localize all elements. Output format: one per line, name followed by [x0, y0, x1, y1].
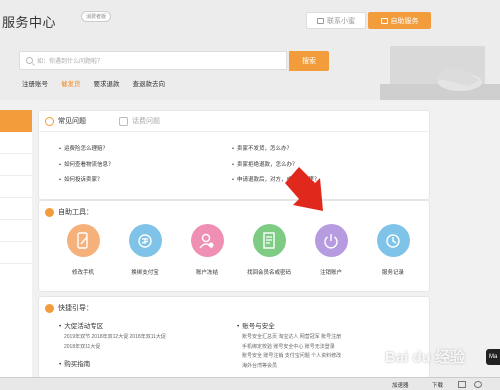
tool-label: 账户冻结: [195, 270, 218, 276]
tool-close-account[interactable]: 注销账户: [307, 224, 355, 276]
faq-link[interactable]: 卖家不发货，怎么办？: [232, 142, 319, 158]
phone-icon: [119, 116, 128, 126]
contact-label: 联系小蜜: [327, 17, 355, 25]
search-icon: [26, 57, 33, 64]
tool-account-freeze[interactable]: 账户冻结: [183, 224, 231, 276]
search-placeholder: 如：你遇到什么问题啦？: [37, 59, 104, 65]
power-icon: [314, 224, 348, 257]
page-title: 服务中心: [2, 15, 57, 30]
tool-service-history[interactable]: 服务记录: [369, 224, 417, 276]
contact-button[interactable]: 联系小蜜: [306, 12, 366, 29]
faq-link[interactable]: 运费险怎么理赔？: [59, 142, 113, 158]
window-icon[interactable]: [458, 381, 466, 388]
self-service-tools-card: 自助工具： 修改手机 换绑支付宝 账户冻结 找回会员名或密码 注销账户 服务记录: [38, 200, 430, 292]
guide-title-label: 快捷引导：: [58, 305, 93, 312]
sidebar-item[interactable]: [0, 176, 32, 198]
sidebar-item[interactable]: [0, 198, 32, 220]
header: 服务中心 消费者版 联系小蜜 自助服务 如：你遇到什么问题啦？ 搜索 注册账号 …: [0, 0, 500, 100]
tool-change-phone[interactable]: 修改手机: [59, 224, 107, 276]
quick-link-urge-shipping[interactable]: 催发货: [61, 78, 81, 88]
toolbox-icon: [45, 207, 54, 217]
sidebar-item[interactable]: [0, 154, 32, 176]
tools-title: 自助工具：: [45, 207, 93, 217]
mac-badge: Ma: [486, 349, 500, 365]
guide-link[interactable]: 账号安全 账号注销 支付宝问题 个人资料修改: [242, 352, 341, 362]
baidu-watermark: Bai du 经验: [385, 349, 466, 366]
quick-guide-card: 快捷引导： 大促活动专区 2019年双节 2018年双12大促 2018年双11…: [38, 296, 430, 390]
guide-heading: 购买指南: [59, 358, 166, 368]
faq-column-1: 运费险怎么理赔？ 如何查看物流信息？ 如何投诉卖家？: [59, 142, 114, 189]
faq-tabbar: 常见问题 话费问题: [39, 111, 429, 132]
guide-link[interactable]: 海外台湾等会员: [242, 362, 341, 372]
phone-edit-icon: [66, 224, 100, 257]
tool-label: 注销账户: [319, 270, 342, 276]
tab-phone-bill[interactable]: 话费问题: [119, 116, 160, 126]
sidebar-active-item[interactable]: [0, 110, 32, 132]
guide-link[interactable]: 2018年双11大促: [64, 343, 166, 353]
self-service-button[interactable]: 自助服务: [368, 12, 431, 29]
chat-icon: [317, 17, 324, 24]
download-button[interactable]: 下载: [432, 381, 443, 389]
sidebar-item[interactable]: [0, 132, 32, 154]
quick-link-refund[interactable]: 要求退款: [94, 78, 120, 88]
guide-link[interactable]: 手机绑定校验 账号安全中心 账号无法登录: [242, 343, 341, 353]
faq-link[interactable]: 如何投诉卖家？: [59, 173, 113, 189]
guide-heading: 大促活动专区: [59, 320, 166, 330]
guide-column-1: 大促活动专区 2019年双节 2018年双12大促 2018年双11大促 201…: [59, 320, 166, 371]
tool-label: 换绑支付宝: [131, 270, 159, 276]
question-icon: [45, 116, 54, 126]
monitor-icon: [380, 17, 388, 24]
guide-link[interactable]: 2019年双节 2018年双12大促 2018年双11大促: [64, 333, 166, 343]
alipay-rebind-icon: [128, 224, 162, 257]
tool-recover-account[interactable]: 找回会员名或密码: [245, 224, 293, 276]
guide-link[interactable]: 账号安全汇总页 淘宝达人 网营冠军 账号注册: [242, 333, 341, 343]
browser-status-bar: 加速器 下载: [0, 377, 500, 390]
quick-links: 注册账号 催发货 要求退款 查退款去向: [22, 78, 165, 88]
tab-label: 常见问题: [58, 118, 86, 125]
quick-link-register[interactable]: 注册账号: [22, 78, 48, 88]
tool-label: 服务记录: [381, 270, 404, 276]
tab-common-questions[interactable]: 常见问题: [45, 116, 86, 126]
document-icon: [252, 224, 286, 257]
tab-label: 话费问题: [132, 118, 160, 125]
left-sidebar: [0, 110, 32, 390]
faq-link[interactable]: 如何查看物流信息？: [59, 158, 114, 174]
settings-icon[interactable]: [474, 381, 482, 388]
laptop-illustration: [380, 46, 500, 100]
history-icon: [376, 224, 410, 257]
accelerator-button[interactable]: 加速器: [392, 381, 409, 389]
account-freeze-icon: [190, 224, 224, 257]
tools-title-label: 自助工具：: [58, 209, 93, 216]
guide-column-2: 账号与安全 账号安全汇总页 淘宝达人 网营冠军 账号注册 手机绑定校验 账号安全…: [237, 320, 341, 371]
search-button[interactable]: 搜索: [289, 51, 329, 71]
tool-label: 找回会员名或密码: [246, 270, 291, 276]
guide-icon: [45, 303, 54, 313]
guide-links: 2019年双节 2018年双12大促 2018年双11大促 2018年双11大促: [59, 333, 166, 352]
sidebar-item[interactable]: [0, 220, 32, 242]
faq-card: 常见问题 话费问题 运费险怎么理赔？ 如何查看物流信息？ 如何投诉卖家？ 卖家不…: [38, 110, 430, 200]
red-arrow-annotation: [285, 167, 323, 211]
guide-title: 快捷引导：: [45, 303, 93, 313]
guide-links: 账号安全汇总页 淘宝达人 网营冠军 账号注册 手机绑定校验 账号安全中心 账号无…: [237, 333, 341, 371]
self-service-label: 自助服务: [390, 17, 419, 25]
beta-badge: 消费者版: [81, 11, 112, 22]
search-input[interactable]: 如：你遇到什么问题啦？: [19, 51, 287, 70]
tool-rebind-alipay[interactable]: 换绑支付宝: [121, 224, 169, 276]
quick-link-refund-track[interactable]: 查退款去向: [133, 78, 166, 88]
sidebar-item[interactable]: [0, 242, 32, 264]
guide-heading: 账号与安全: [237, 320, 341, 330]
tool-label: 修改手机: [71, 270, 94, 276]
